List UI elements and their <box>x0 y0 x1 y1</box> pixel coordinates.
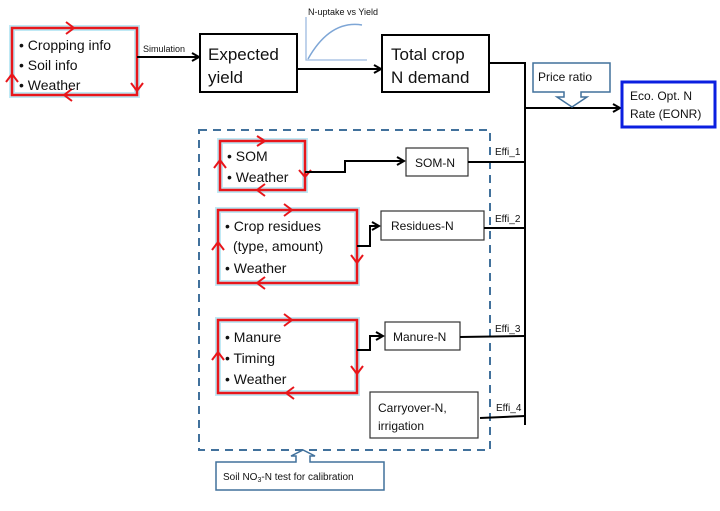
carryover-text: irrigation <box>378 419 424 433</box>
residues-item: (type, amount) <box>233 238 323 254</box>
input-cropping: • Cropping info <box>19 37 111 53</box>
carryover-effi-line <box>479 415 526 419</box>
effi-2-label: Effi_2 <box>495 214 521 225</box>
effi-1-label: Effi_1 <box>495 147 521 158</box>
residues-item: • Crop residues <box>225 218 321 234</box>
expected-yield-text: yield <box>208 68 243 87</box>
eonr-text: Rate (EONR) <box>630 107 701 121</box>
mini-chart: N-uptake vs Yield <box>305 7 378 61</box>
carryover-text: Carryover-N, <box>378 401 447 415</box>
effi-3-label: Effi_3 <box>495 324 521 335</box>
residues-arrow <box>357 226 379 247</box>
som-n-text: SOM-N <box>415 156 455 170</box>
manure-box: • Manure • Timing • Weather <box>211 313 364 400</box>
mini-chart-title: N-uptake vs Yield <box>308 7 378 17</box>
residues-item: • Weather <box>225 260 287 276</box>
eonr-diagram: • Cropping info • Soil info • Weather Si… <box>5 7 717 491</box>
soil-test-prefix: Soil NO <box>223 472 258 483</box>
som-item: • Weather <box>227 169 289 185</box>
residues-box: • Crop residues (type, amount) • Weather <box>211 203 364 290</box>
expected-yield-text: Expected <box>208 45 279 64</box>
soil-test-callout: Soil NO3-N test for calibration <box>215 449 385 491</box>
total-demand-text: Total crop <box>391 45 465 64</box>
input-weather: • Weather <box>19 77 81 93</box>
manure-n-text: Manure-N <box>393 330 446 344</box>
som-box: • SOM • Weather <box>213 135 312 197</box>
soil-test-suffix: -N test for calibration <box>261 472 353 483</box>
inputs-box: • Cropping info • Soil info • Weather <box>5 21 144 102</box>
manure-arrow <box>357 336 383 351</box>
price-ratio-callout: Price ratio <box>532 62 611 108</box>
expected-yield-box: Expected yield <box>199 33 298 93</box>
manure-item: • Manure <box>225 329 281 345</box>
som-item: • SOM <box>227 148 268 164</box>
som-arrow <box>305 161 404 173</box>
total-demand-text: N demand <box>391 68 469 87</box>
mini-chart-axes <box>305 17 367 61</box>
eonr-text: Eco. Opt. N <box>630 89 692 103</box>
soil-test-text: Soil NO3-N test for calibration <box>223 472 354 484</box>
residues-n-text: Residues-N <box>391 219 454 233</box>
total-demand-box: Total crop N demand <box>381 34 490 93</box>
effi-4-label: Effi_4 <box>496 403 522 414</box>
input-soil: • Soil info <box>19 57 78 73</box>
manure-item: • Weather <box>225 371 287 387</box>
simulation-label: Simulation <box>143 44 185 54</box>
manure-effi-line <box>459 335 526 338</box>
mini-chart-curve <box>307 23 363 60</box>
trunk-line <box>489 62 526 425</box>
price-ratio-text: Price ratio <box>538 70 592 84</box>
manure-item: • Timing <box>225 350 275 366</box>
eonr-box: Eco. Opt. N Rate (EONR) <box>620 80 717 129</box>
